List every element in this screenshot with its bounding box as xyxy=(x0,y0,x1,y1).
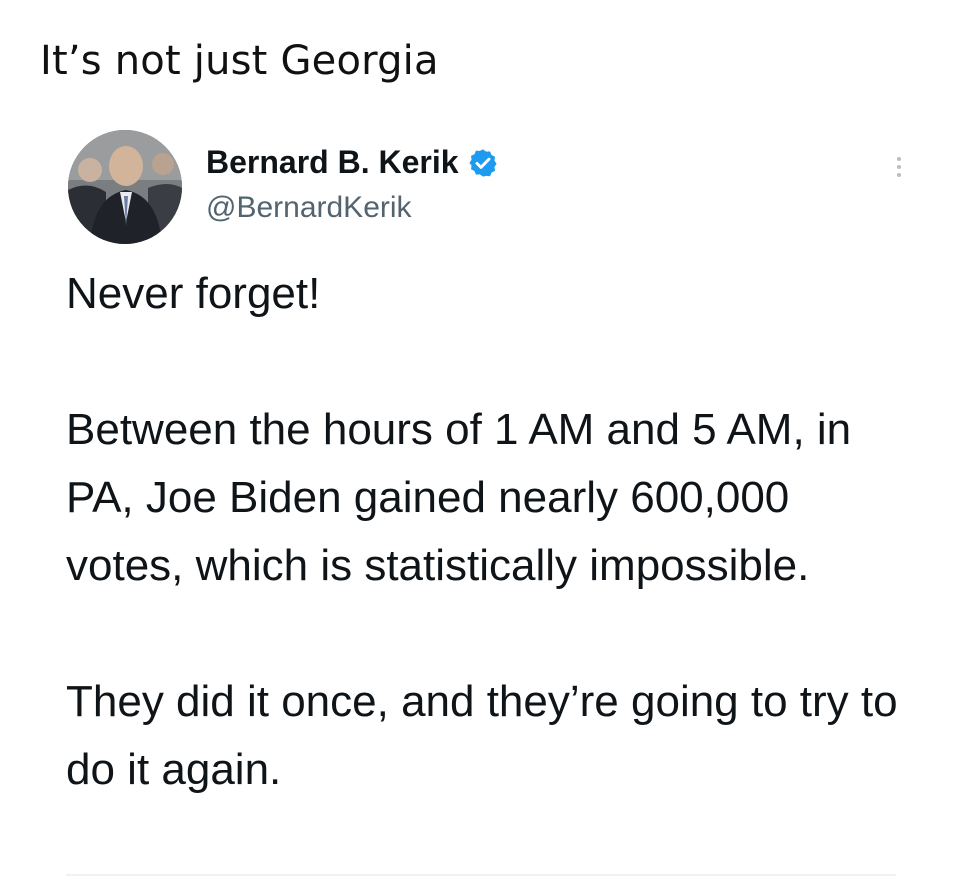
tweet-body: Never forget! Between the hours of 1 AM … xyxy=(66,260,906,804)
more-options-icon[interactable] xyxy=(882,150,916,184)
avatar[interactable] xyxy=(68,130,182,244)
screenshot-page: It’s not just Georgia Bernard B. Kerik @… xyxy=(0,0,960,882)
tweet-paragraph: Never forget! xyxy=(66,269,321,318)
author-handle[interactable]: @BernardKerik xyxy=(206,191,499,225)
author-display-name[interactable]: Bernard B. Kerik xyxy=(206,144,459,181)
tweet-paragraph: They did it once, and they’re going to t… xyxy=(66,677,898,794)
post-caption: It’s not just Georgia xyxy=(40,38,439,84)
avatar-photo xyxy=(68,130,182,244)
tweet-paragraph: Between the hours of 1 AM and 5 AM, in P… xyxy=(66,405,852,590)
author-name-row[interactable]: Bernard B. Kerik xyxy=(206,144,499,181)
verified-badge-icon xyxy=(467,147,499,179)
divider xyxy=(66,874,896,876)
tweet-author[interactable]: Bernard B. Kerik @BernardKerik xyxy=(206,144,499,225)
tweet-card[interactable]: Bernard B. Kerik @BernardKerik Never for… xyxy=(56,120,916,878)
